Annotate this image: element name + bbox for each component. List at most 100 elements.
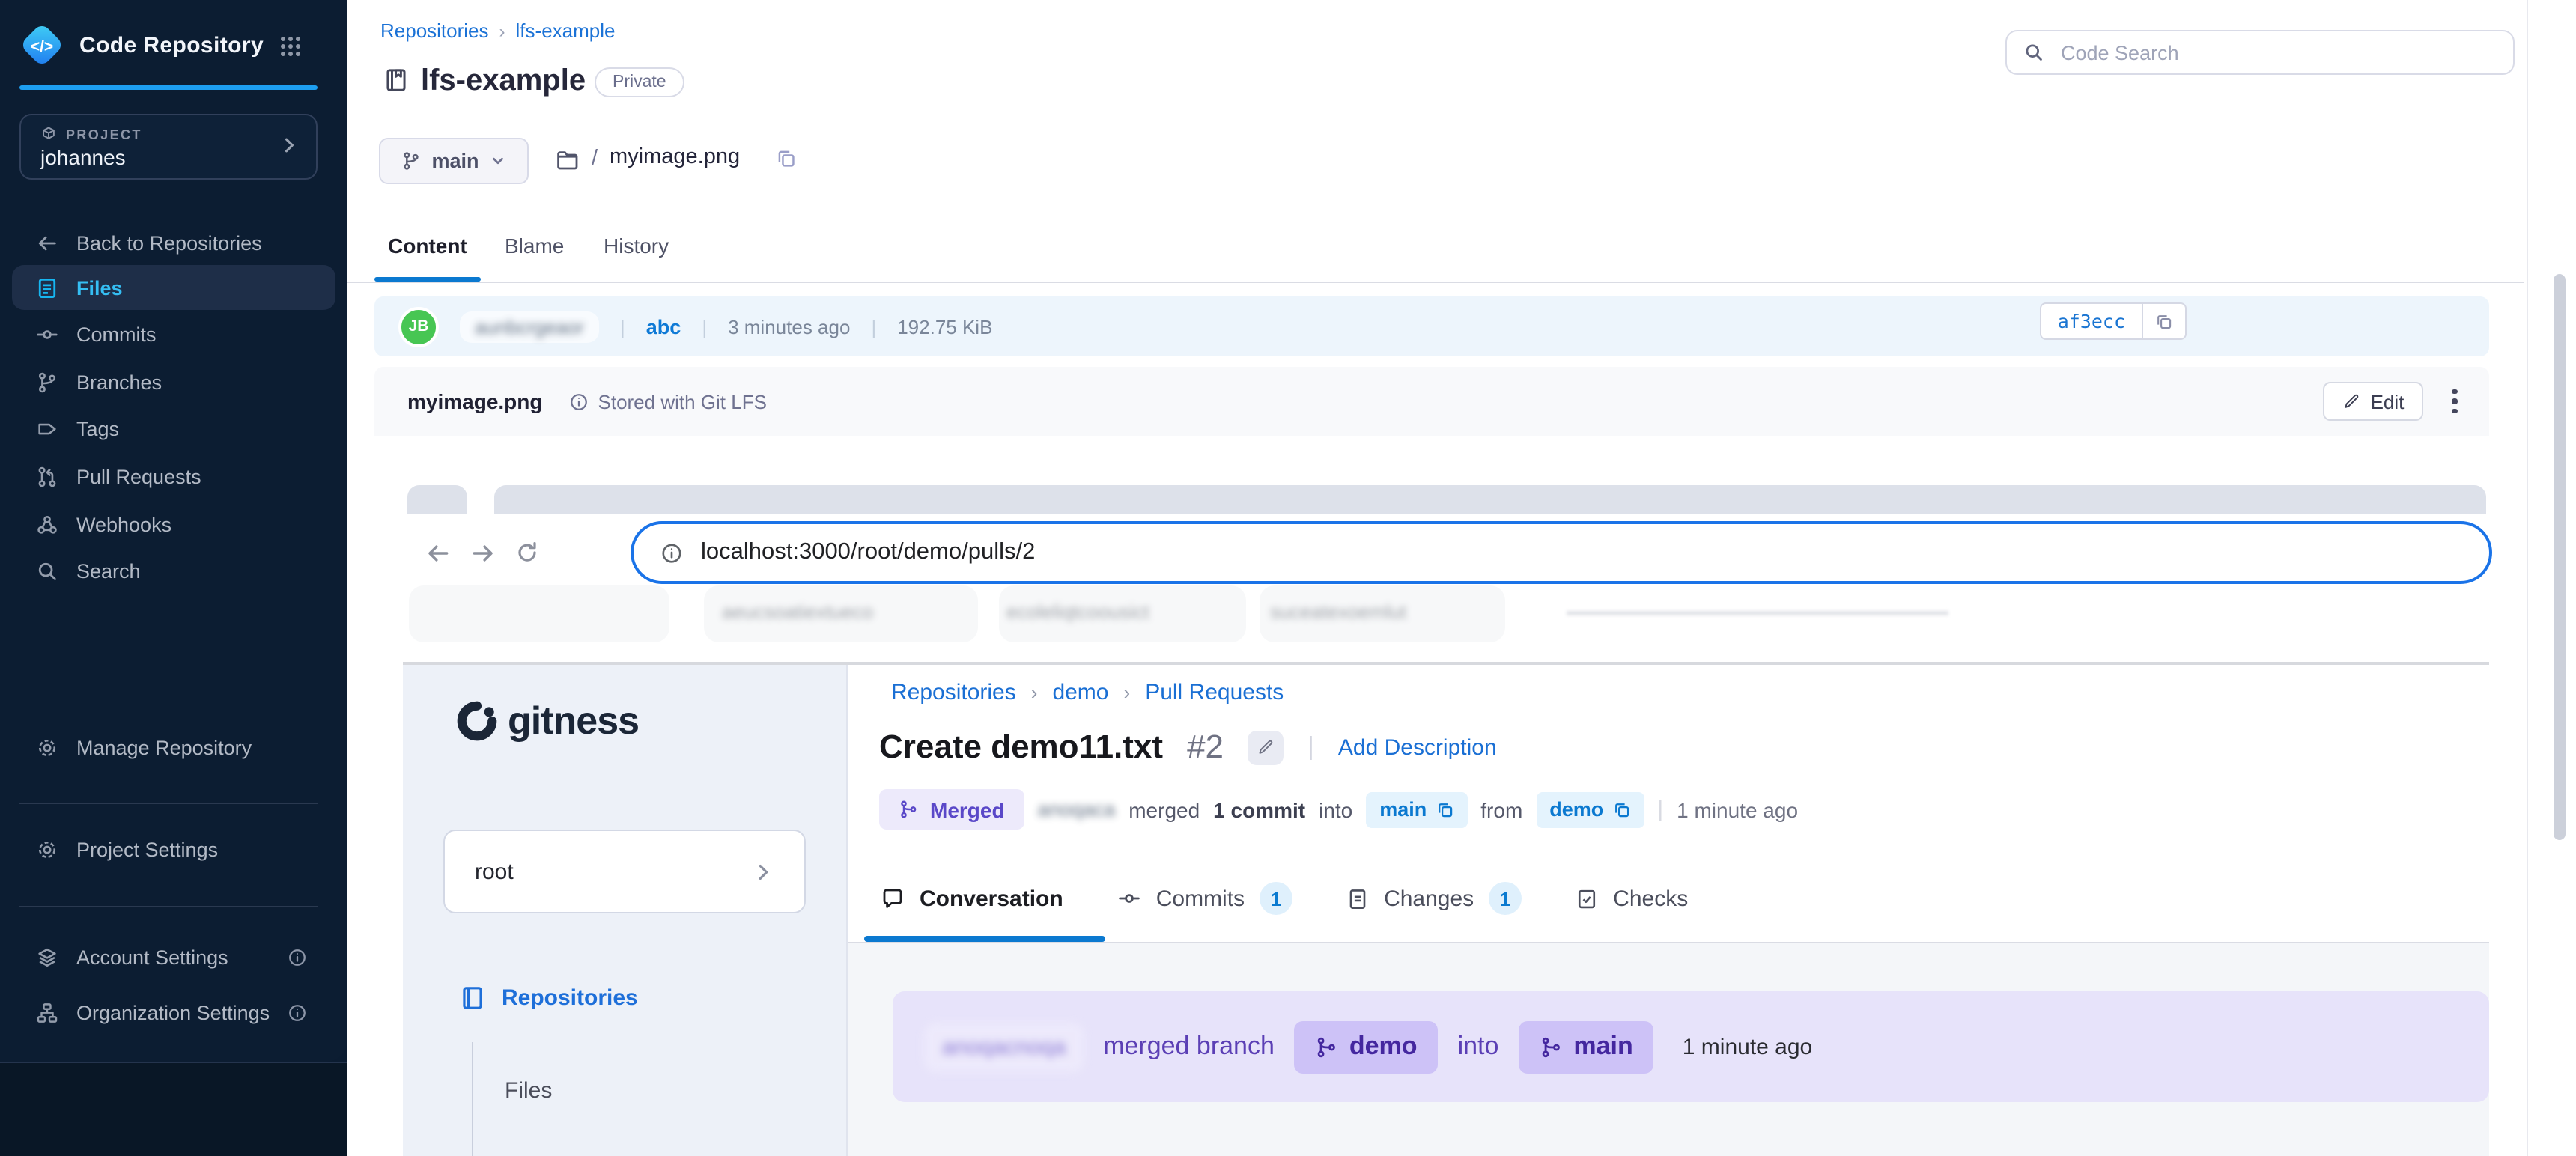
gitness-project-selector[interactable]: root bbox=[443, 830, 806, 913]
gitness-breadcrumb-pull-requests[interactable]: Pull Requests bbox=[1145, 680, 1284, 705]
edit-title-button[interactable] bbox=[1248, 730, 1284, 764]
url-text: localhost:3000/root/demo/pulls/2 bbox=[701, 539, 1035, 566]
target-branch-chip[interactable]: main bbox=[1366, 791, 1467, 827]
sidebar-item-branches[interactable]: Branches bbox=[12, 359, 335, 404]
divider: | bbox=[620, 315, 625, 338]
browser-reload-icon bbox=[515, 541, 539, 565]
summary-into-word: into bbox=[1319, 797, 1352, 821]
breadcrumb-current[interactable]: lfs-example bbox=[516, 19, 616, 42]
copy-icon[interactable] bbox=[1436, 800, 1453, 818]
commits-count-badge: 1 bbox=[1260, 882, 1292, 915]
edit-button[interactable]: Edit bbox=[2323, 382, 2423, 421]
visibility-badge: Private bbox=[595, 67, 684, 97]
branch-name: main bbox=[1379, 798, 1427, 821]
sidebar-item-organization-settings[interactable]: Organization Settings bbox=[12, 990, 335, 1035]
browser-tab-fragment bbox=[407, 485, 467, 514]
branch-selector[interactable]: main bbox=[379, 138, 529, 184]
tab-conversation[interactable]: Conversation bbox=[881, 886, 1063, 911]
divider: | bbox=[871, 315, 876, 338]
git-merge-icon bbox=[899, 800, 918, 819]
sidebar-item-label: Back to Repositories bbox=[76, 231, 262, 254]
divider: | bbox=[1657, 797, 1663, 822]
gitness-project-name: root bbox=[475, 859, 514, 884]
source-branch-chip[interactable]: demo bbox=[1294, 1020, 1439, 1073]
tab-content[interactable]: Content bbox=[388, 234, 467, 258]
tab-history[interactable]: History bbox=[604, 234, 669, 258]
gitness-sidebar-item-files[interactable]: Files bbox=[505, 1078, 552, 1104]
sidebar-divider bbox=[19, 906, 318, 907]
pull-request-icon bbox=[36, 465, 58, 487]
browser-back-icon bbox=[425, 541, 451, 566]
pr-title: Create demo11.txt bbox=[879, 728, 1163, 767]
gitness-breadcrumb-repositories[interactable]: Repositories bbox=[891, 680, 1016, 705]
tab-changes[interactable]: Changes 1 bbox=[1346, 882, 1522, 915]
tab-checks[interactable]: Checks bbox=[1576, 886, 1688, 911]
branch-name: main bbox=[431, 150, 479, 172]
pr-title-row: Create demo11.txt #2 | Add Description bbox=[879, 728, 1497, 767]
module-grid-icon[interactable] bbox=[279, 34, 303, 58]
sidebar-item-commits[interactable]: Commits bbox=[12, 311, 335, 356]
source-branch-chip[interactable]: demo bbox=[1536, 791, 1644, 827]
breadcrumb-repositories[interactable]: Repositories bbox=[380, 19, 489, 42]
sidebar-item-manage-repository[interactable]: Manage Repository bbox=[12, 725, 335, 770]
svg-text:</>: </> bbox=[31, 38, 53, 55]
branch-name: main bbox=[1573, 1032, 1632, 1062]
sidebar-item-label: Account Settings bbox=[76, 946, 228, 968]
sidebar-item-pull-requests[interactable]: Pull Requests bbox=[12, 454, 335, 499]
sidebar-item-webhooks[interactable]: Webhooks bbox=[12, 502, 335, 547]
chevron-right-icon bbox=[752, 860, 774, 883]
page-scrollbar[interactable] bbox=[2554, 274, 2566, 840]
gitness-logo: gitness bbox=[457, 698, 639, 744]
gitness-sidebar-item-repositories[interactable]: Repositories bbox=[460, 985, 638, 1011]
branch-icon bbox=[401, 151, 421, 171]
sidebar-item-files[interactable]: Files bbox=[12, 265, 335, 310]
gitness-breadcrumb: Repositories › demo › Pull Requests bbox=[891, 680, 1284, 705]
commit-message-link[interactable]: abc bbox=[646, 315, 681, 338]
tab-blame[interactable]: Blame bbox=[505, 234, 564, 258]
git-merge-icon bbox=[1315, 1035, 1337, 1058]
commit-sha[interactable]: af3ecc bbox=[2041, 310, 2142, 332]
sidebar-item-search[interactable]: Search bbox=[12, 548, 335, 593]
pr-author-redacted: anoqaca bbox=[1038, 798, 1116, 821]
gitness-repositories-label: Repositories bbox=[502, 985, 638, 1011]
sidebar-divider bbox=[19, 803, 318, 804]
target-branch-chip[interactable]: main bbox=[1518, 1020, 1653, 1073]
copy-icon[interactable] bbox=[1612, 800, 1630, 818]
sidebar-item-label: Search bbox=[76, 559, 141, 582]
page: </> Code Repository PROJECT johannes bbox=[0, 0, 2576, 1156]
bookmark-text-redacted: aeucsoatiextueco bbox=[722, 600, 873, 623]
webhook-icon bbox=[36, 513, 58, 535]
copy-path-icon[interactable] bbox=[776, 148, 797, 169]
project-name: johannes bbox=[40, 145, 316, 169]
add-description-link[interactable]: Add Description bbox=[1338, 734, 1497, 760]
avatar[interactable]: JB bbox=[398, 306, 439, 347]
sidebar-item-project-settings[interactable]: Project Settings bbox=[12, 827, 335, 871]
tabs-bottom-border bbox=[347, 282, 2524, 283]
merged-status-badge: Merged bbox=[879, 789, 1024, 830]
chevron-down-icon bbox=[490, 153, 506, 169]
tab-commits[interactable]: Commits 1 bbox=[1117, 882, 1292, 915]
copy-sha-icon[interactable] bbox=[2142, 304, 2185, 338]
project-switcher[interactable]: PROJECT johannes bbox=[19, 114, 318, 180]
sidebar-item-back-to-repositories[interactable]: Back to Repositories bbox=[12, 220, 335, 265]
more-options-kebab[interactable] bbox=[2441, 383, 2468, 419]
layers-icon bbox=[36, 946, 58, 968]
commit-sha-chip[interactable]: af3ecc bbox=[2040, 302, 2187, 340]
app-title: Code Repository bbox=[79, 33, 264, 58]
sidebar-item-tags[interactable]: Tags bbox=[12, 406, 335, 451]
chevron-separator: › bbox=[1109, 681, 1146, 704]
sidebar-item-label: Webhooks bbox=[76, 513, 171, 535]
tab-label: Commits bbox=[1156, 886, 1245, 911]
info-icon bbox=[570, 392, 589, 411]
project-label: PROJECT bbox=[66, 127, 142, 142]
merge-author-redacted: anoqacnoqa bbox=[924, 1022, 1084, 1071]
tab-label: Checks bbox=[1613, 886, 1688, 911]
checks-icon bbox=[1576, 887, 1598, 910]
gitness-breadcrumb-repo[interactable]: demo bbox=[1052, 680, 1108, 705]
sidebar-item-account-settings[interactable]: Account Settings bbox=[12, 934, 335, 979]
merged-label: Merged bbox=[930, 797, 1005, 821]
changes-count-badge: 1 bbox=[1489, 882, 1522, 915]
sidebar-item-label: Project Settings bbox=[76, 838, 218, 860]
pencil-icon bbox=[2342, 392, 2360, 410]
code-search-input[interactable] bbox=[2058, 40, 2497, 65]
